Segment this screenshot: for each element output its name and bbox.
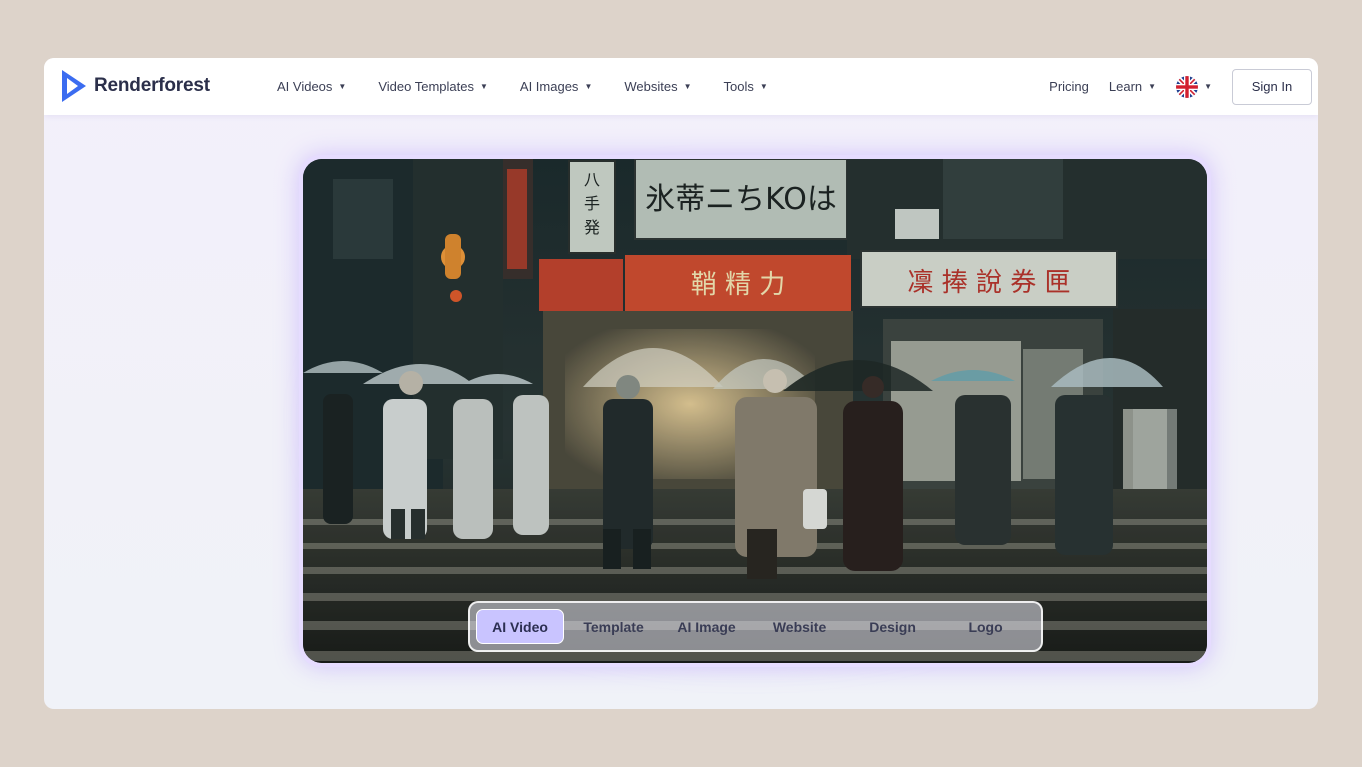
hero-media: 八 手 発 氷蒂ニちKOは 鞘 精 力 凜 捧 說 券 匣 bbox=[303, 159, 1207, 663]
renderforest-logo-icon bbox=[62, 70, 86, 102]
tab-logo[interactable]: Logo bbox=[936, 609, 1035, 644]
top-navbar: Renderforest AI Videos ▼ Video Templates… bbox=[44, 58, 1318, 115]
nav-item-label: AI Videos bbox=[277, 79, 333, 94]
category-tabs: AI Video Template AI Image Website Desig… bbox=[468, 601, 1043, 652]
nav-item-label: Tools bbox=[723, 79, 754, 94]
brand-logo[interactable]: Renderforest bbox=[60, 66, 210, 106]
browser-window: Renderforest AI Videos ▼ Video Templates… bbox=[44, 58, 1318, 709]
nav-item-ai-videos[interactable]: AI Videos ▼ bbox=[277, 79, 346, 94]
tab-website[interactable]: Website bbox=[750, 609, 849, 644]
uk-flag-icon bbox=[1176, 75, 1199, 98]
caret-down-icon: ▼ bbox=[1204, 82, 1212, 91]
main-nav: AI Videos ▼ Video Templates ▼ AI Images … bbox=[277, 58, 800, 115]
caret-down-icon: ▼ bbox=[338, 82, 347, 91]
nav-item-video-templates[interactable]: Video Templates ▼ bbox=[378, 79, 488, 94]
brand-name: Renderforest bbox=[94, 75, 210, 96]
nav-item-ai-images[interactable]: AI Images ▼ bbox=[520, 79, 592, 94]
nav-item-label: AI Images bbox=[519, 79, 579, 94]
nav-right-group: Pricing Learn ▼ ▼ Sign In bbox=[1049, 58, 1312, 115]
tab-ai-video[interactable]: AI Video bbox=[476, 609, 565, 644]
caret-down-icon: ▼ bbox=[584, 82, 593, 91]
nav-link-pricing[interactable]: Pricing bbox=[1049, 79, 1089, 94]
tab-ai-image[interactable]: AI Image bbox=[663, 609, 750, 644]
caret-down-icon: ▼ bbox=[479, 82, 488, 91]
tab-design[interactable]: Design bbox=[849, 609, 936, 644]
nav-item-label: Websites bbox=[624, 79, 678, 94]
tab-template[interactable]: Template bbox=[564, 609, 663, 644]
caret-down-icon: ▼ bbox=[759, 82, 768, 91]
hero-scene: 八 手 発 氷蒂ニちKOは 鞘 精 力 凜 捧 說 券 匣 bbox=[303, 159, 1207, 663]
nav-item-label: Video Templates bbox=[378, 79, 474, 94]
nav-item-label: Learn bbox=[1108, 79, 1143, 94]
sign-in-button[interactable]: Sign In bbox=[1232, 68, 1312, 105]
nav-item-websites[interactable]: Websites ▼ bbox=[624, 79, 691, 94]
nav-item-learn[interactable]: Learn ▼ bbox=[1109, 79, 1156, 94]
caret-down-icon: ▼ bbox=[683, 82, 692, 91]
caret-down-icon: ▼ bbox=[1148, 82, 1157, 91]
nav-item-tools[interactable]: Tools ▼ bbox=[724, 79, 768, 94]
language-selector[interactable]: ▼ bbox=[1176, 75, 1212, 98]
